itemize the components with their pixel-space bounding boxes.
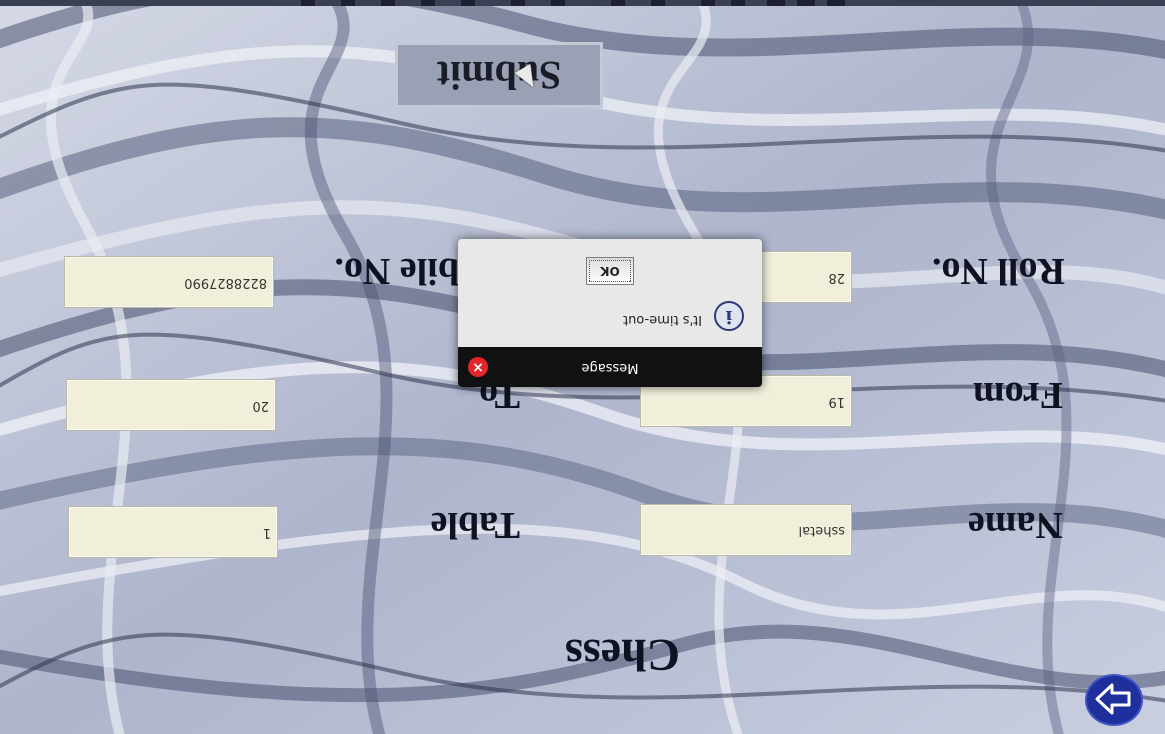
ok-button[interactable]: OK <box>586 257 634 285</box>
taskbar <box>0 0 1165 6</box>
close-icon[interactable]: × <box>468 357 488 377</box>
taskbar-item[interactable] <box>797 0 815 6</box>
arrow-right-icon <box>1095 683 1131 715</box>
name-label: Name <box>968 504 1063 546</box>
dialog-titlebar: Message <box>458 347 762 387</box>
taskbar-item[interactable] <box>651 0 665 6</box>
table-field[interactable] <box>68 506 278 558</box>
taskbar-item[interactable] <box>731 0 745 6</box>
from-label: From <box>972 374 1063 416</box>
taskbar-item[interactable] <box>551 0 565 6</box>
roll-no-label: Roll No. <box>932 250 1065 292</box>
info-icon: i <box>714 301 744 331</box>
dialog-message: It's time-out <box>622 312 702 327</box>
taskbar-item[interactable] <box>767 0 785 6</box>
table-label: Table <box>430 504 520 546</box>
taskbar-item[interactable] <box>341 0 355 6</box>
next-button[interactable] <box>1085 674 1143 726</box>
mobile-no-field[interactable] <box>64 256 274 308</box>
taskbar-item[interactable] <box>301 0 315 6</box>
mobile-no-label: bile No. <box>334 250 459 292</box>
to-field[interactable] <box>66 379 276 431</box>
taskbar-item[interactable] <box>511 0 525 6</box>
app-screen: Chess Name Table From To Roll No. bile N… <box>0 0 1165 734</box>
taskbar-item[interactable] <box>611 0 625 6</box>
dialog-title: Message <box>581 360 639 375</box>
app-title: Chess <box>564 630 680 681</box>
taskbar-item[interactable] <box>461 0 475 6</box>
submit-button[interactable]: Submit <box>395 42 603 108</box>
taskbar-item[interactable] <box>421 0 435 6</box>
taskbar-item[interactable] <box>701 0 715 6</box>
name-field[interactable] <box>640 504 852 556</box>
camera-photo-frame: Chess Name Table From To Roll No. bile N… <box>0 0 1165 734</box>
taskbar-item[interactable] <box>827 0 845 6</box>
message-dialog: Message × i It's time-out OK <box>458 239 762 387</box>
taskbar-item[interactable] <box>381 0 395 6</box>
